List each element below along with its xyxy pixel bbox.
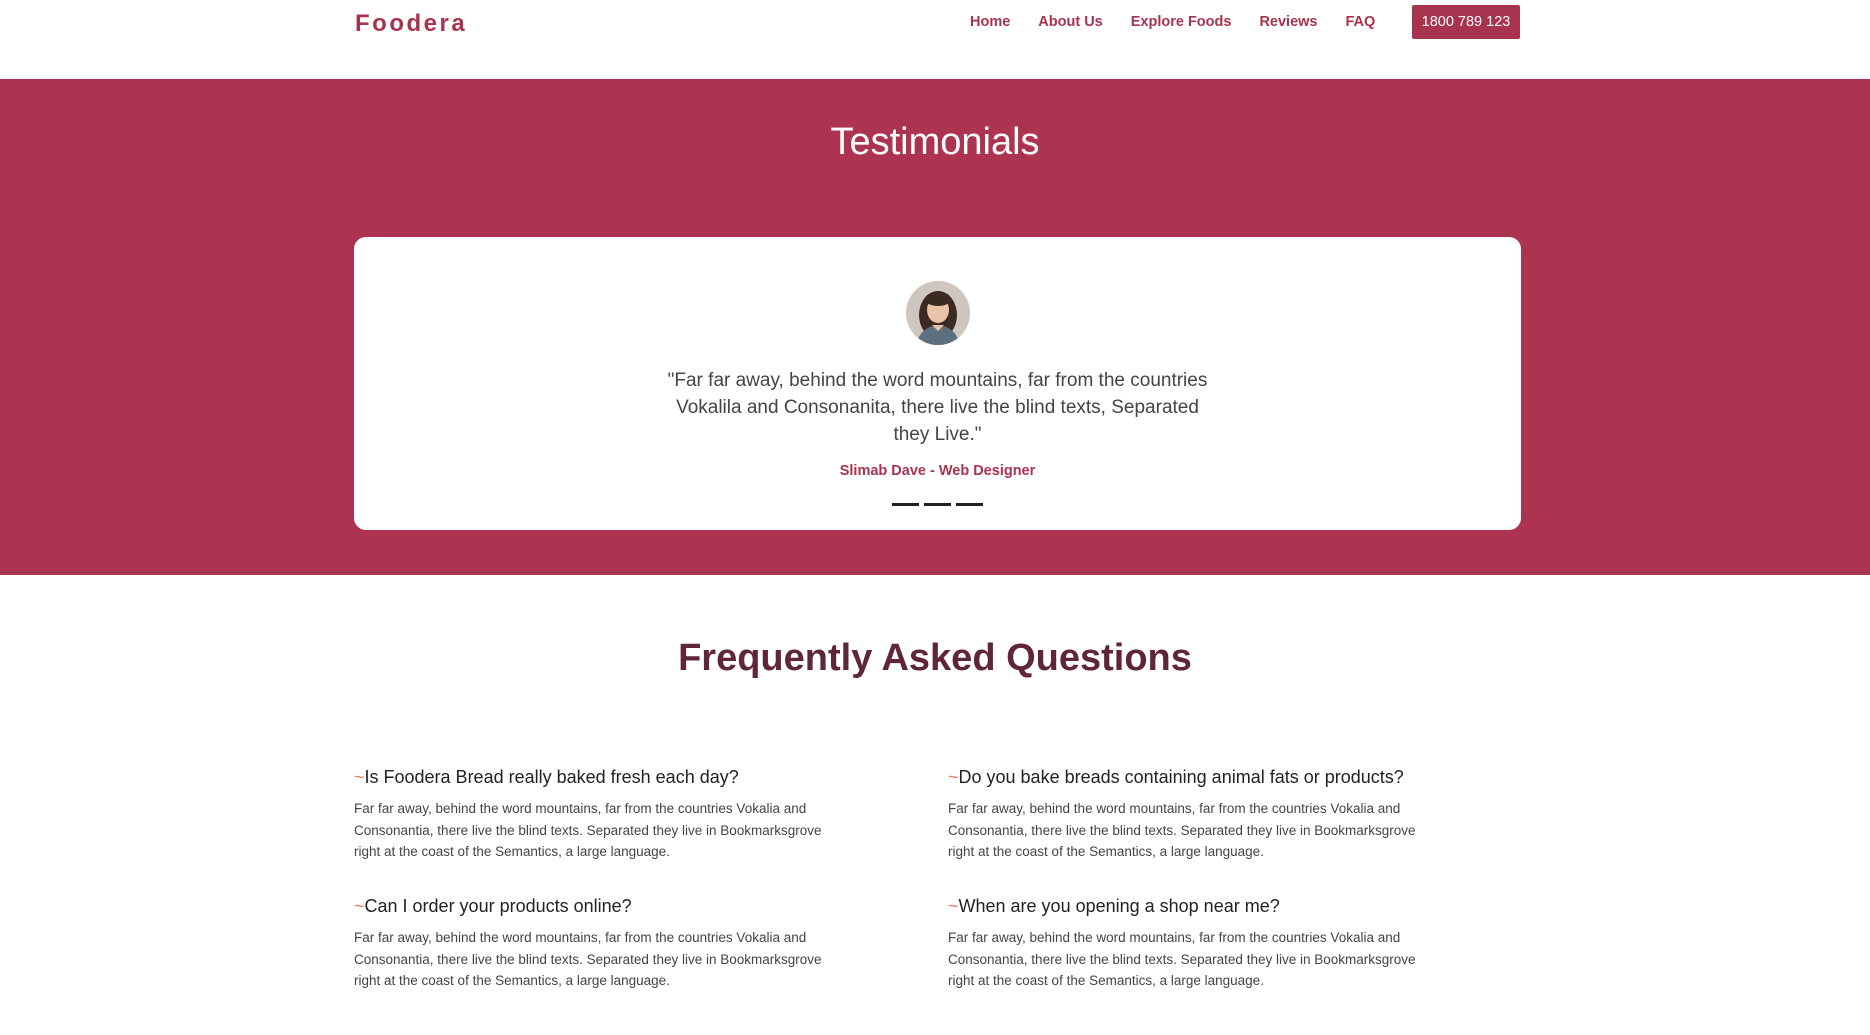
- faq-question[interactable]: ~Is Foodera Bread really baked fresh eac…: [354, 767, 854, 788]
- faq-question-text: Is Foodera Bread really baked fresh each…: [364, 767, 739, 787]
- nav-link-faq[interactable]: FAQ: [1346, 14, 1376, 30]
- nav-link-explore-foods[interactable]: Explore Foods: [1131, 14, 1232, 30]
- nav-links: Home About Us Explore Foods Reviews FAQ: [970, 14, 1405, 30]
- testimonial-author: Slimab Dave - Web Designer: [839, 463, 1036, 479]
- faq-item: ~When are you opening a shop near me? Fa…: [948, 896, 1448, 992]
- faq-answer: Far far away, behind the word mountains,…: [948, 930, 1416, 988]
- tilde-marker: ~: [354, 767, 365, 787]
- faq-question[interactable]: ~Do you bake breads containing animal fa…: [948, 767, 1448, 788]
- avatar-image: [906, 281, 970, 345]
- nav-link-about-us[interactable]: About Us: [1038, 14, 1102, 30]
- faq-question[interactable]: ~When are you opening a shop near me?: [948, 896, 1448, 917]
- carousel-dot[interactable]: [924, 503, 951, 506]
- faq-answer: Far far away, behind the word mountains,…: [354, 801, 822, 859]
- phone-button[interactable]: 1800 789 123: [1412, 5, 1520, 39]
- avatar: [906, 281, 970, 345]
- nav-link-home[interactable]: Home: [970, 14, 1010, 30]
- carousel-dot[interactable]: [956, 503, 983, 506]
- brand-logo[interactable]: Foodera: [355, 10, 467, 38]
- testimonials-section: Testimonials "Far far away, behind the w…: [0, 79, 1870, 575]
- faq-title: Frequently Asked Questions: [678, 637, 1192, 679]
- faq-answer: Far far away, behind the word mountains,…: [354, 930, 822, 988]
- faq-question[interactable]: ~Can I order your products online?: [354, 896, 854, 917]
- faq-question-text: When are you opening a shop near me?: [958, 896, 1280, 916]
- navbar: Foodera Home About Us Explore Foods Revi…: [0, 0, 1870, 79]
- tilde-marker: ~: [948, 767, 959, 787]
- faq-question-text: Can I order your products online?: [364, 896, 632, 916]
- testimonial-card: "Far far away, behind the word mountains…: [354, 237, 1521, 530]
- faq-item: ~Is Foodera Bread really baked fresh eac…: [354, 767, 854, 863]
- faq-question-text: Do you bake breads containing animal fat…: [958, 767, 1404, 787]
- faq-answer: Far far away, behind the word mountains,…: [948, 801, 1416, 859]
- faq-item: ~Do you bake breads containing animal fa…: [948, 767, 1448, 863]
- tilde-marker: ~: [948, 896, 959, 916]
- faq-item: ~Can I order your products online? Far f…: [354, 896, 854, 992]
- testimonial-quote: "Far far away, behind the word mountains…: [667, 370, 1208, 445]
- tilde-marker: ~: [354, 896, 365, 916]
- carousel-dot[interactable]: [892, 503, 919, 506]
- carousel-dots: [892, 503, 983, 506]
- nav-link-reviews[interactable]: Reviews: [1259, 14, 1317, 30]
- testimonials-title: Testimonials: [830, 121, 1040, 163]
